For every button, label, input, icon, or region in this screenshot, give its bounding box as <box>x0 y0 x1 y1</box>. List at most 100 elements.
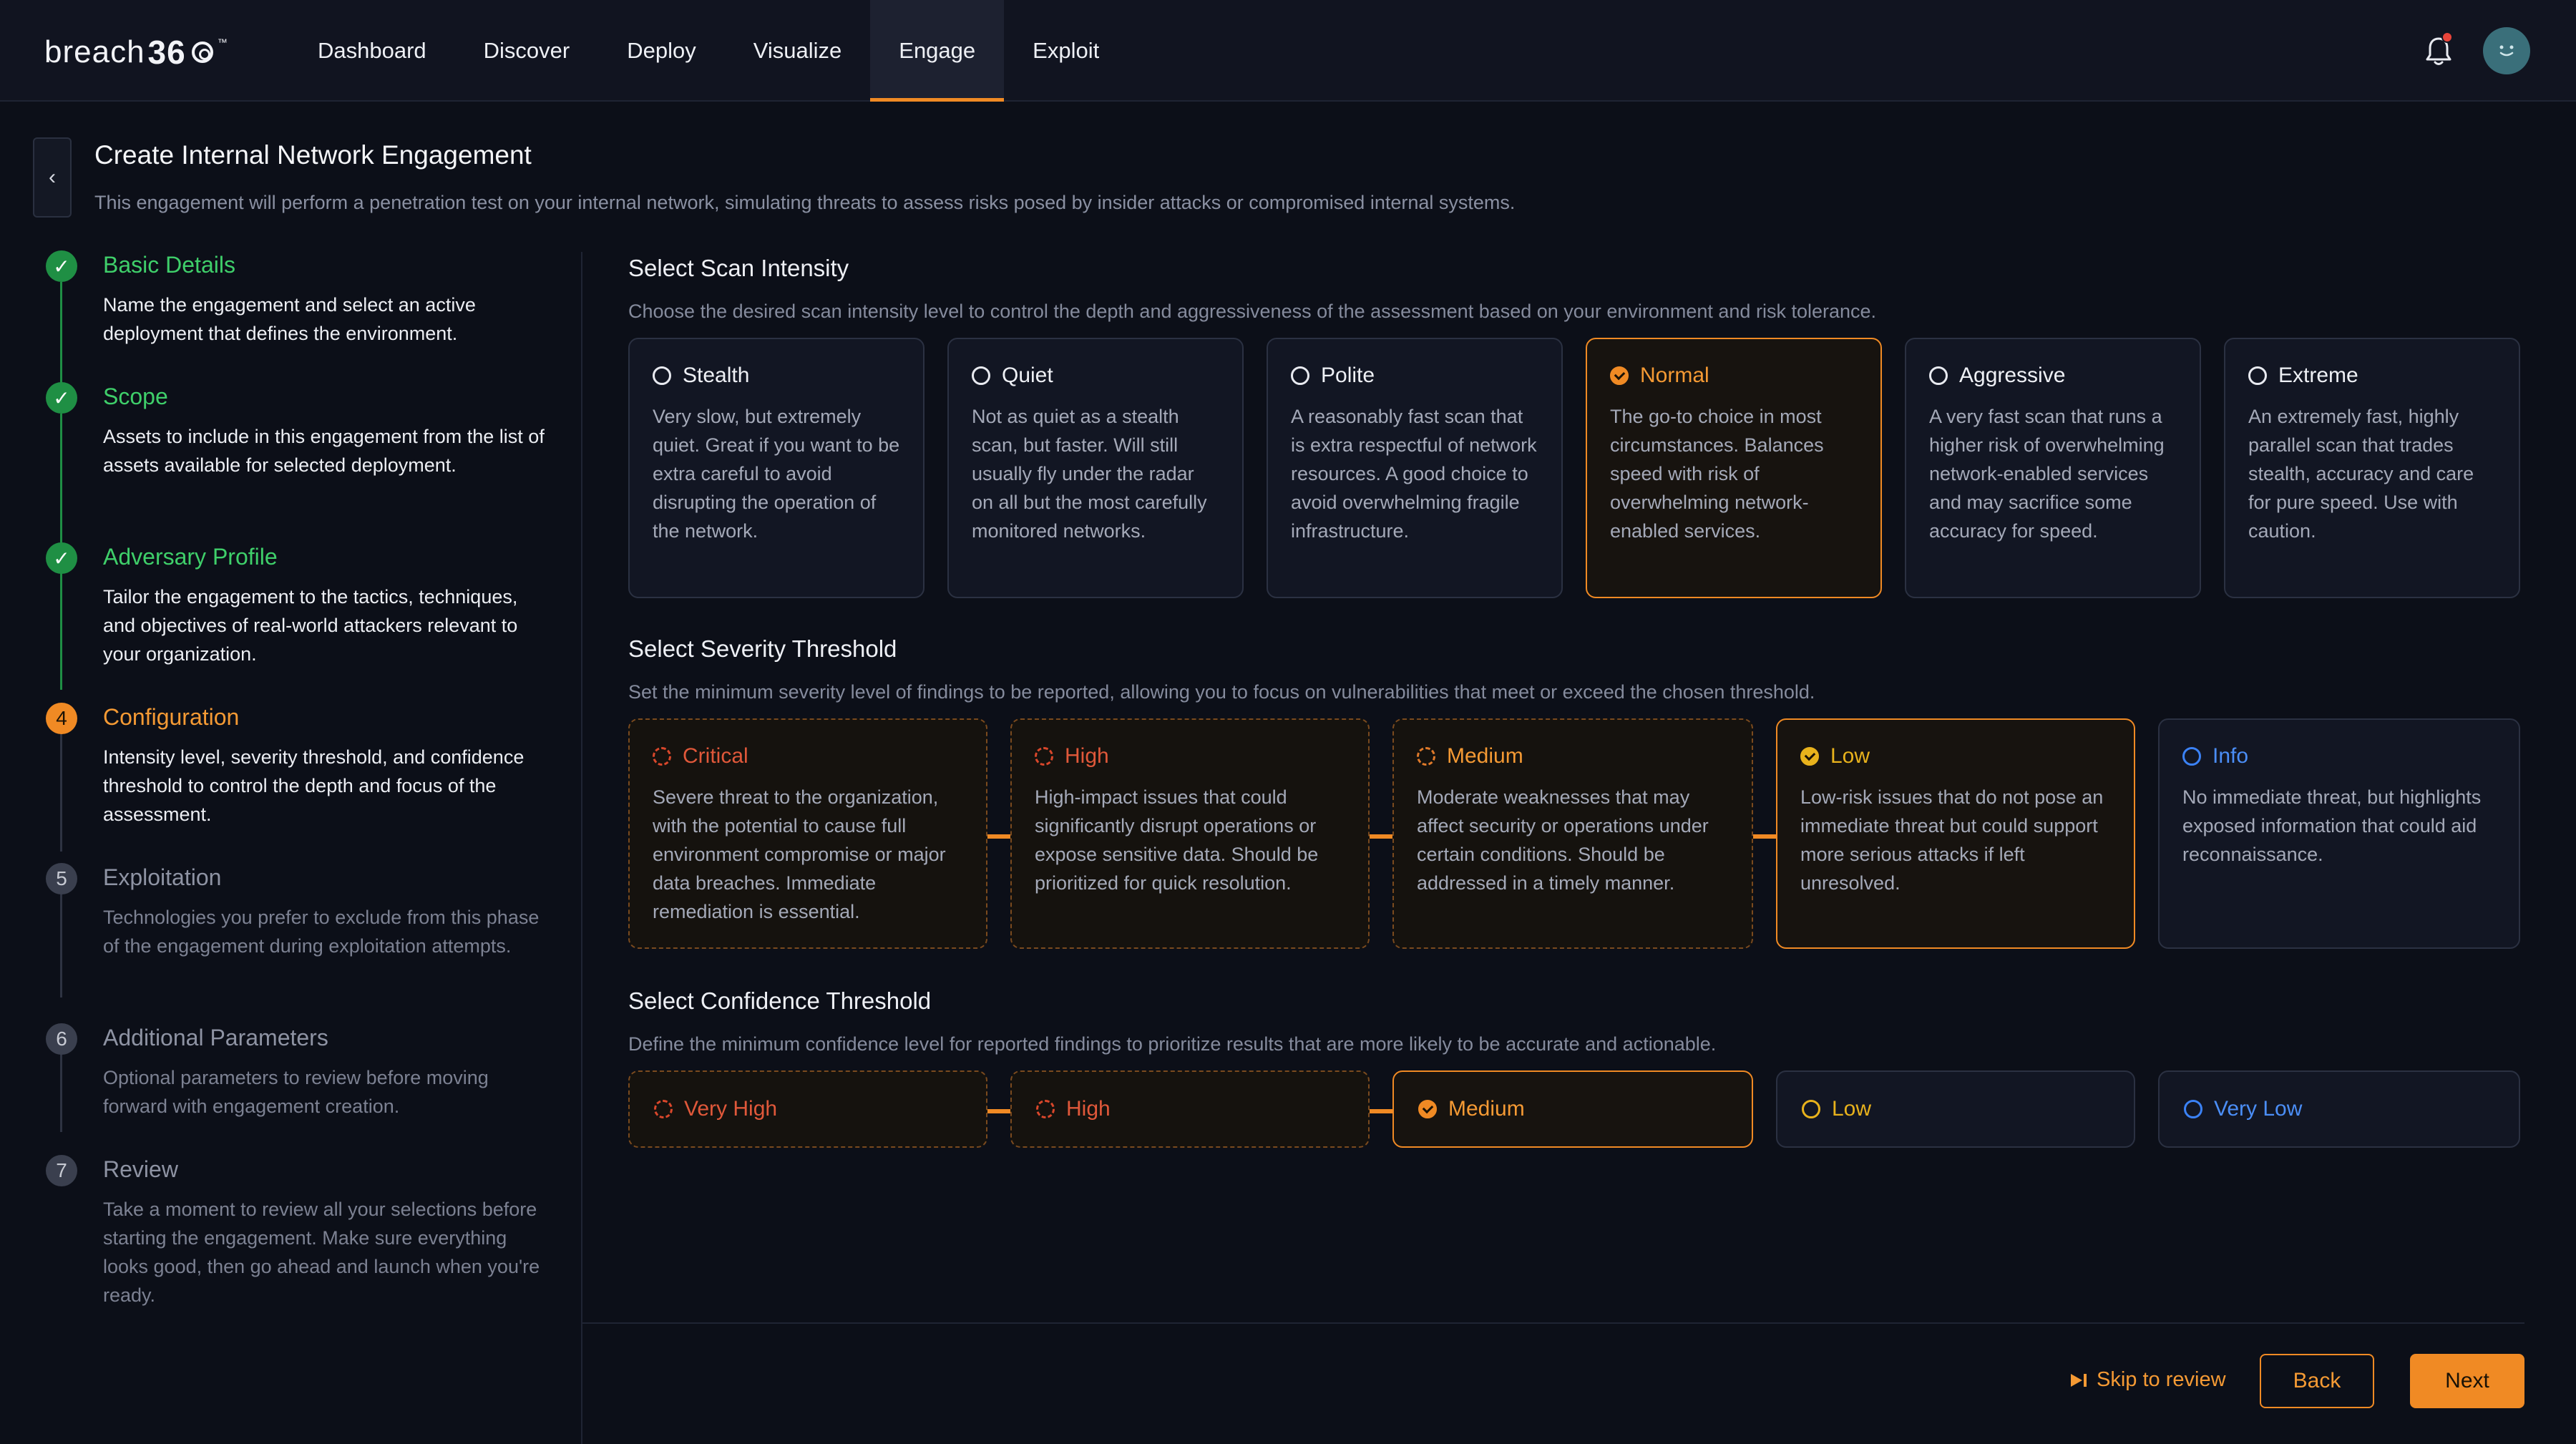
severity-connector <box>986 834 1012 839</box>
option-label: High <box>1066 1097 1111 1121</box>
step-title: Exploitation <box>103 864 222 890</box>
step-title: Scope <box>103 384 168 409</box>
option-label: Polite <box>1321 364 1375 387</box>
back-button[interactable]: Back <box>2260 1354 2374 1408</box>
check-icon: ✓ <box>46 250 77 282</box>
radio-empty-icon <box>2182 747 2201 766</box>
severity-connector <box>1753 834 1779 839</box>
scan-intensity-description: Choose the desired scan intensity level … <box>628 301 1877 322</box>
option-label: High <box>1065 744 1109 768</box>
intensity-option-normal[interactable]: Normal The go-to choice in most circumst… <box>1586 338 1882 598</box>
severity-option-critical[interactable]: Critical Severe threat to the organizati… <box>628 718 987 949</box>
next-button[interactable]: Next <box>2410 1354 2524 1408</box>
intensity-option-stealth[interactable]: Stealth Very slow, but extremely quiet. … <box>628 338 924 598</box>
user-avatar[interactable] <box>2483 27 2530 74</box>
nav-discover[interactable]: Discover <box>455 0 599 102</box>
option-description: Not as quiet as a stealth scan, but fast… <box>972 406 1207 542</box>
logo-number: 36 <box>147 34 186 71</box>
chevron-left-icon: ‹ <box>49 165 56 189</box>
confidence-option-high[interactable]: High <box>1010 1070 1370 1148</box>
option-description: A reasonably fast scan that is extra res… <box>1291 406 1537 542</box>
option-description: The go-to choice in most circumstances. … <box>1610 406 1824 542</box>
radio-empty-icon <box>2184 1100 2202 1118</box>
step-description: Take a moment to review all your selecti… <box>103 1199 540 1306</box>
option-label: Low <box>1830 744 1870 768</box>
option-label: Extreme <box>2278 364 2358 387</box>
nav-deploy[interactable]: Deploy <box>598 0 725 102</box>
option-label: Critical <box>683 744 748 768</box>
confidence-option-very-high[interactable]: Very High <box>628 1070 987 1148</box>
option-label: Very High <box>684 1097 778 1121</box>
page-subtitle: This engagement will perform a penetrati… <box>94 192 1516 213</box>
skip-label: Skip to review <box>2097 1368 2226 1391</box>
option-description: A very fast scan that runs a higher risk… <box>1929 406 2165 542</box>
option-label: Quiet <box>1002 364 1053 387</box>
sidebar-divider <box>581 252 582 1444</box>
step-title: Adversary Profile <box>103 544 278 570</box>
step-title: Review <box>103 1156 178 1182</box>
radio-checked-icon <box>1418 1100 1437 1118</box>
option-label: Normal <box>1640 364 1709 387</box>
severity-connector <box>1370 834 1395 839</box>
severity-option-low[interactable]: Low Low-risk issues that do not pose an … <box>1776 718 2135 949</box>
nav-exploit[interactable]: Exploit <box>1004 0 1128 102</box>
step-title: Configuration <box>103 704 240 730</box>
step-description: Assets to include in this engagement fro… <box>103 426 545 476</box>
intensity-option-extreme[interactable]: Extreme An extremely fast, highly parall… <box>2224 338 2520 598</box>
notification-dot <box>2441 31 2453 43</box>
nav-engage[interactable]: Engage <box>870 0 1005 102</box>
radio-checked-icon <box>1800 747 1819 766</box>
confidence-option-very-low[interactable]: Very Low <box>2158 1070 2520 1148</box>
radio-included-icon <box>1036 1100 1055 1118</box>
radio-included-icon <box>1417 747 1435 766</box>
confidence-option-medium[interactable]: Medium <box>1392 1070 1753 1148</box>
severity-option-high[interactable]: High High-impact issues that could signi… <box>1010 718 1370 949</box>
stepper-connector <box>60 414 62 544</box>
radio-empty-icon <box>972 366 990 385</box>
confidence-connector <box>1370 1109 1395 1113</box>
step-title: Additional Parameters <box>103 1025 328 1050</box>
page-title: Create Internal Network Engagement <box>94 140 532 170</box>
logo-trademark: ™ <box>217 36 228 48</box>
severity-option-medium[interactable]: Medium Moderate weaknesses that may affe… <box>1392 718 1753 949</box>
severity-threshold-description: Set the minimum severity level of findin… <box>628 681 1815 703</box>
footer-divider <box>582 1322 2524 1324</box>
intensity-option-aggressive[interactable]: Aggressive A very fast scan that runs a … <box>1905 338 2201 598</box>
option-description: An extremely fast, highly parallel scan … <box>2248 406 2474 542</box>
option-label: Medium <box>1447 744 1523 768</box>
step-number-badge: 6 <box>46 1023 77 1055</box>
step-description: Name the engagement and select an active… <box>103 294 476 344</box>
nav-visualize[interactable]: Visualize <box>725 0 871 102</box>
radio-empty-icon <box>1929 366 1948 385</box>
option-description: Moderate weaknesses that may affect secu… <box>1417 786 1709 894</box>
radio-empty-icon <box>2248 366 2267 385</box>
step-number-badge: 7 <box>46 1155 77 1186</box>
skip-to-review-link[interactable]: Skip to review <box>2071 1368 2226 1392</box>
avatar-face-icon <box>2499 45 2514 57</box>
step-description: Intensity level, severity threshold, and… <box>103 746 525 825</box>
option-description: Low-risk issues that do not pose an imme… <box>1800 786 2104 894</box>
step-description: Optional parameters to review before mov… <box>103 1067 489 1117</box>
nav-dashboard[interactable]: Dashboard <box>289 0 455 102</box>
back-nav-button[interactable]: ‹ <box>33 137 72 218</box>
radio-empty-icon <box>1802 1100 1820 1118</box>
brand-logo[interactable]: breach 36 ™ <box>44 33 228 72</box>
option-description: High-impact issues that could significan… <box>1035 786 1319 894</box>
step-description: Tailor the engagement to the tactics, te… <box>103 586 518 665</box>
option-description: No immediate threat, but highlights expo… <box>2182 786 2482 865</box>
option-label: Stealth <box>683 364 750 387</box>
logo-mark-icon <box>191 42 213 63</box>
option-label: Medium <box>1448 1097 1525 1121</box>
top-navigation-bar: breach 36 ™ Dashboard Discover Deploy Vi… <box>0 0 2576 102</box>
intensity-option-quiet[interactable]: Quiet Not as quiet as a stealth scan, bu… <box>947 338 1244 598</box>
skip-forward-icon <box>2071 1372 2089 1388</box>
option-label: Info <box>2212 744 2249 768</box>
intensity-option-polite[interactable]: Polite A reasonably fast scan that is ex… <box>1267 338 1563 598</box>
radio-included-icon <box>654 1100 673 1118</box>
confidence-option-low[interactable]: Low <box>1776 1070 2135 1148</box>
radio-included-icon <box>653 747 671 766</box>
confidence-connector <box>986 1109 1012 1113</box>
radio-included-icon <box>1035 747 1053 766</box>
severity-option-info[interactable]: Info No immediate threat, but highlights… <box>2158 718 2520 949</box>
option-label: Very Low <box>2214 1097 2303 1121</box>
